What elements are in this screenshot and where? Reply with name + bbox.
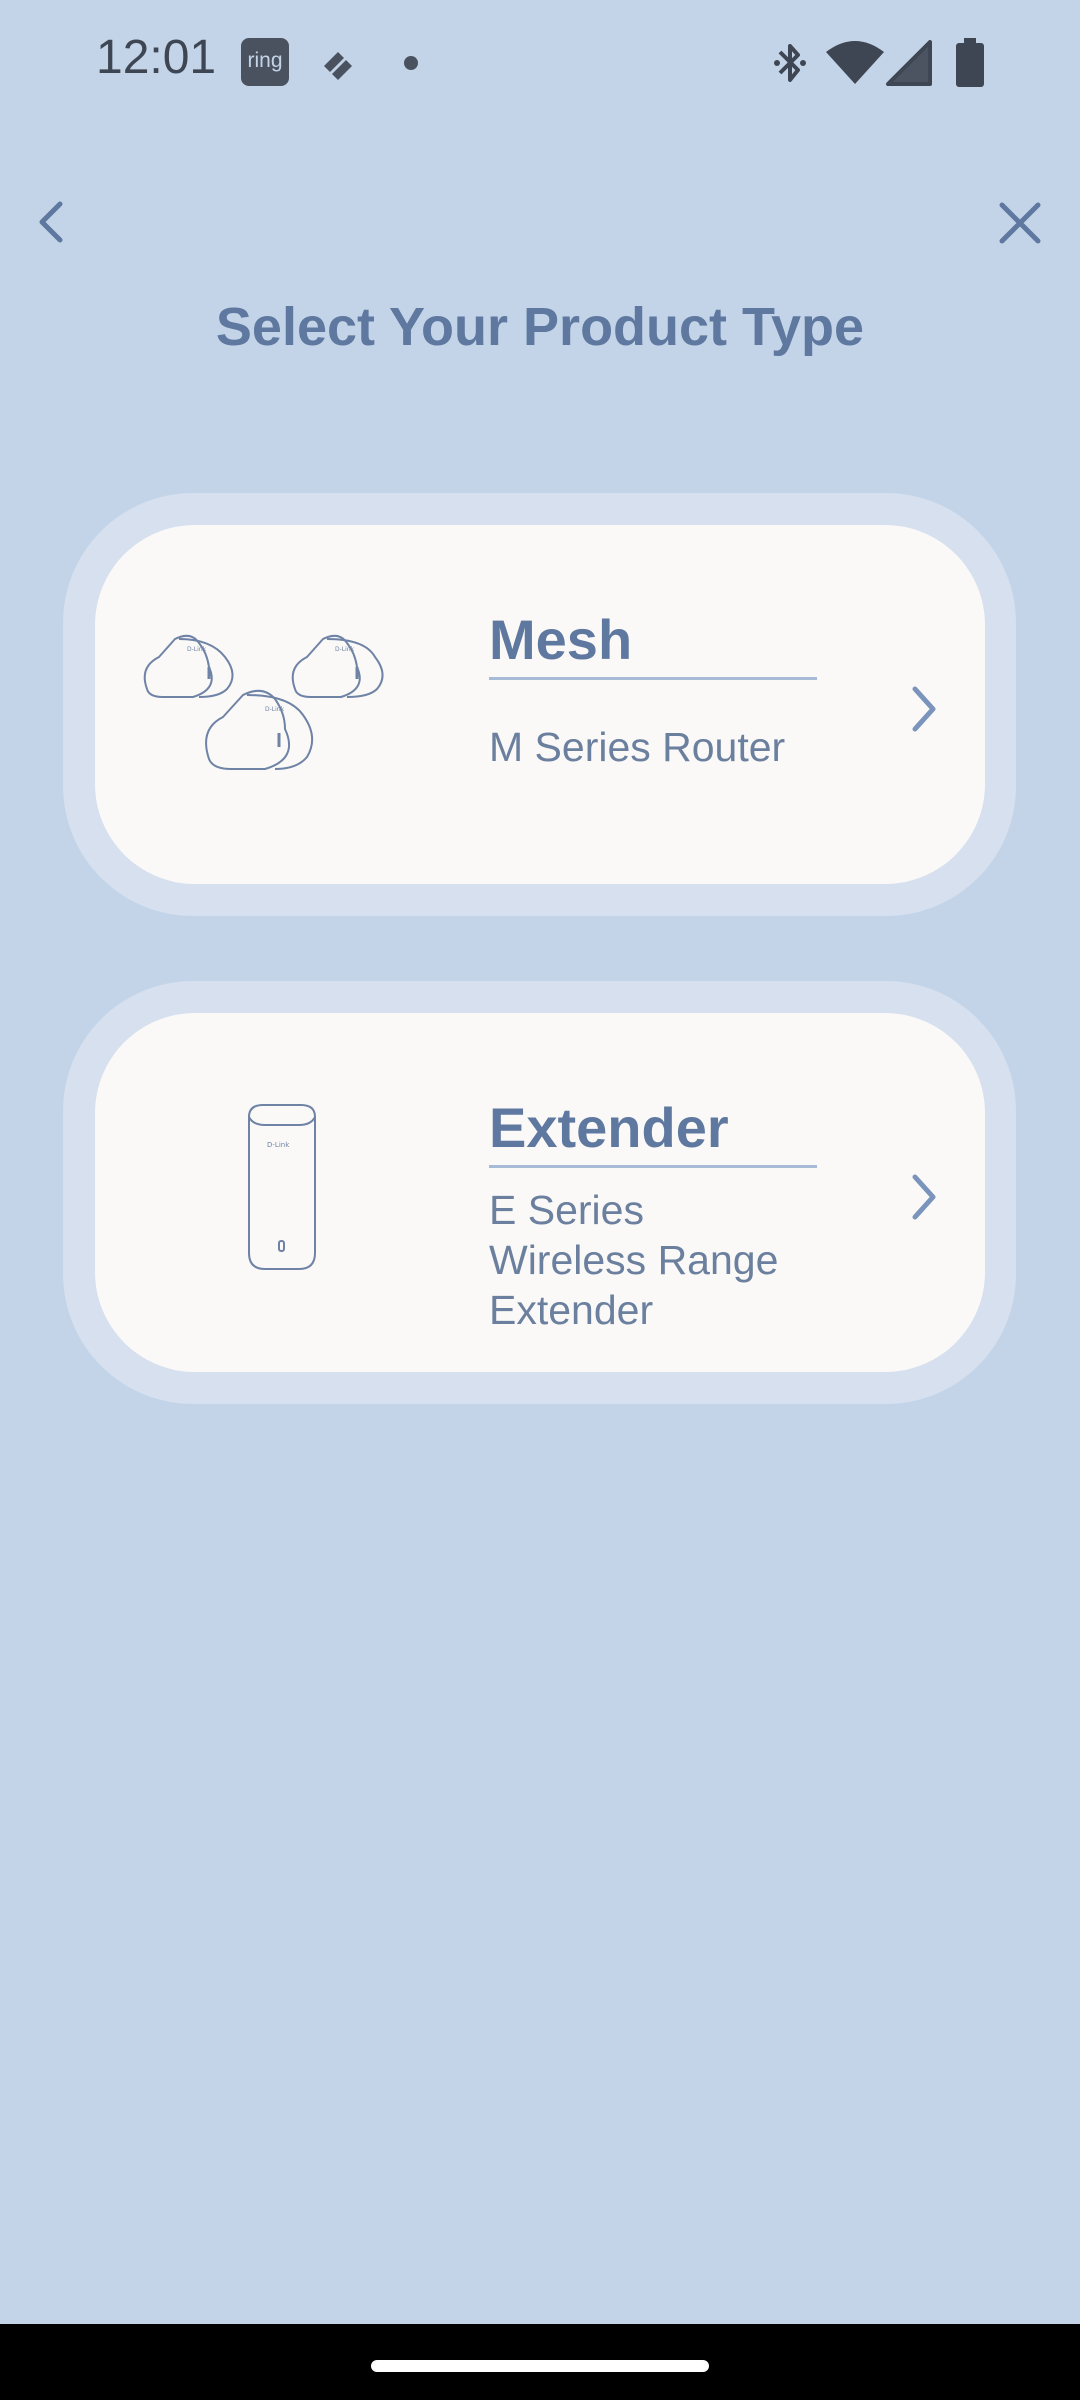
card-body[interactable]: D-Link D-Link D-Link Mesh M Series Route…	[95, 525, 985, 884]
svg-text:D-Link: D-Link	[267, 1141, 290, 1149]
status-bar: 12:01 ring	[0, 0, 1080, 120]
close-button[interactable]	[992, 195, 1048, 251]
wifi-icon	[826, 40, 884, 89]
product-subtitle: M Series Router	[489, 724, 786, 770]
ring-app-icon: ring	[241, 38, 289, 86]
product-title: Extender	[489, 1096, 729, 1159]
product-card-extender[interactable]: D-Link Extender E Series Wireless Range …	[63, 981, 1016, 1404]
home-gesture-handle[interactable]	[371, 2360, 709, 2372]
page-title: Select Your Product Type	[215, 297, 865, 357]
svg-text:D-Link: D-Link	[265, 706, 285, 713]
chevron-right-icon[interactable]	[903, 1169, 943, 1225]
system-nav-bar	[0, 2324, 1080, 2400]
product-card-mesh[interactable]: D-Link D-Link D-Link Mesh M Series Route…	[63, 493, 1016, 916]
product-title: Mesh	[489, 608, 633, 671]
notification-dot-icon	[403, 55, 419, 76]
status-time: 12:01	[96, 31, 217, 84]
cell-signal-icon	[886, 40, 932, 91]
back-button[interactable]	[28, 190, 78, 254]
product-subtitle: E Series Wireless Range Extender	[489, 1187, 779, 1333]
chevron-left-icon	[39, 201, 63, 243]
stripe-app-icon	[318, 44, 358, 87]
svg-text:D-Link: D-Link	[335, 646, 355, 653]
title-divider	[489, 1165, 817, 1168]
title-divider	[489, 677, 817, 680]
chevron-right-icon[interactable]	[903, 681, 943, 737]
svg-text:D-Link: D-Link	[187, 646, 207, 653]
bluetooth-icon	[772, 40, 808, 91]
mesh-routers-illustration: D-Link D-Link D-Link	[139, 629, 429, 784]
battery-icon	[954, 38, 986, 93]
card-body[interactable]: D-Link Extender E Series Wireless Range …	[95, 1013, 985, 1372]
close-icon	[999, 202, 1041, 244]
range-extender-illustration: D-Link	[243, 1103, 321, 1278]
